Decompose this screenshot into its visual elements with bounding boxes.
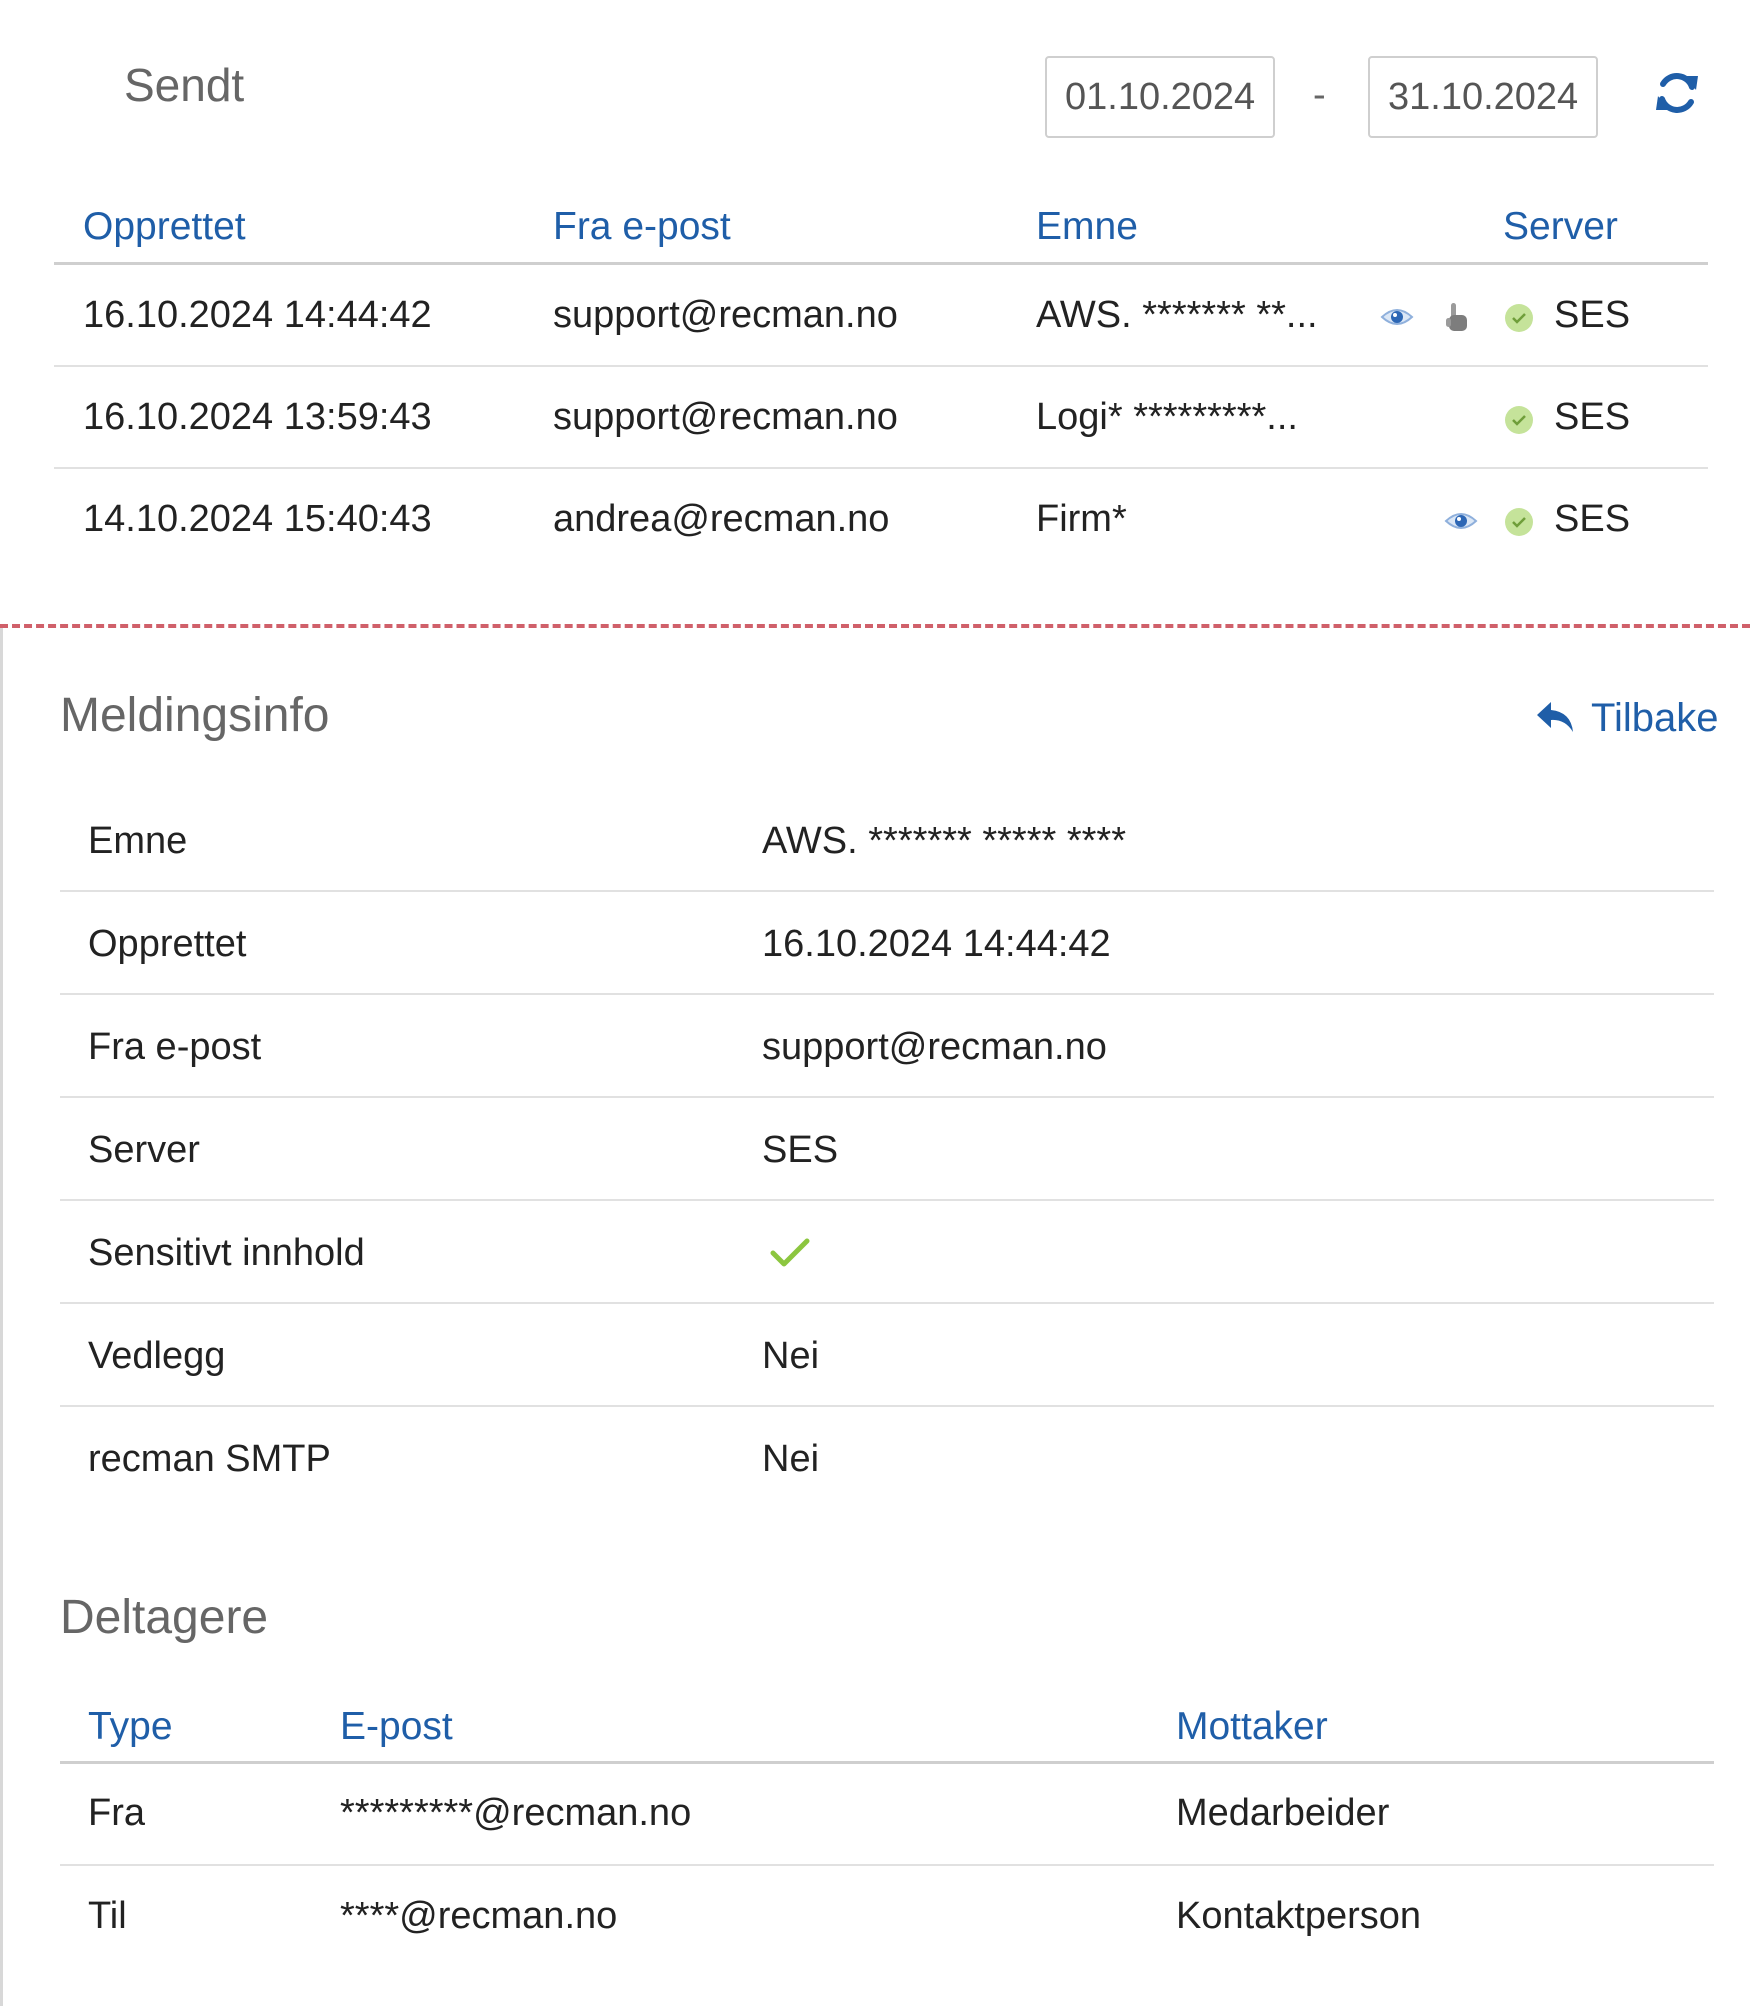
- status-ok-icon: [1505, 406, 1533, 434]
- status-ok-icon: [1505, 508, 1533, 536]
- row-divider: [60, 1302, 1714, 1304]
- refresh-icon[interactable]: [1652, 68, 1702, 118]
- row-from: support@recman.no: [553, 396, 898, 438]
- row-from: andrea@recman.no: [553, 498, 890, 540]
- detail-label-subject: Emne: [88, 820, 188, 862]
- row-from: support@recman.no: [553, 294, 898, 336]
- participant-type: Til: [88, 1895, 127, 1937]
- participant-email: *********@recman.no: [340, 1792, 692, 1834]
- detail-label-attachment: Vedlegg: [88, 1335, 226, 1377]
- panel-divider: [0, 624, 1750, 628]
- col-header-from[interactable]: Fra e-post: [553, 205, 731, 249]
- col-header-type: Type: [88, 1705, 173, 1748]
- table-row[interactable]: 14.10.2024 15:40:43 andrea@recman.no Fir…: [54, 469, 1708, 569]
- participant-type: Fra: [88, 1792, 145, 1834]
- row-created: 16.10.2024 14:44:42: [83, 294, 432, 336]
- row-divider: [60, 1405, 1714, 1407]
- row-server: SES: [1554, 396, 1631, 438]
- row-subject: Firm*: [1036, 498, 1127, 540]
- detail-label-created: Opprettet: [88, 923, 247, 965]
- col-header-recipient: Mottaker: [1176, 1705, 1328, 1748]
- detail-label-smtp: recman SMTP: [88, 1438, 331, 1480]
- row-subject: AWS. ******* **...: [1036, 294, 1318, 336]
- row-server: SES: [1554, 294, 1631, 336]
- row-created: 14.10.2024 15:40:43: [83, 498, 432, 540]
- detail-label-server: Server: [88, 1129, 200, 1171]
- panel-edge: [0, 628, 3, 2006]
- back-label: Tilbake: [1591, 695, 1719, 740]
- table-header-divider: [60, 1761, 1714, 1764]
- row-divider: [60, 1864, 1714, 1866]
- table-row[interactable]: 16.10.2024 13:59:43 support@recman.no Lo…: [54, 367, 1708, 467]
- row-created: 16.10.2024 13:59:43: [83, 396, 432, 438]
- details-title: Meldingsinfo: [60, 689, 330, 742]
- row-subject: Logi* *********...: [1036, 396, 1298, 438]
- col-header-email: E-post: [340, 1705, 453, 1748]
- date-from-input[interactable]: [1045, 56, 1275, 138]
- row-divider: [60, 1096, 1714, 1098]
- back-button[interactable]: Tilbake: [1535, 690, 1718, 746]
- participant-email: ****@recman.no: [340, 1895, 618, 1937]
- col-header-created[interactable]: Opprettet: [83, 205, 246, 249]
- participant-recipient: Medarbeider: [1176, 1792, 1390, 1834]
- detail-value-attachment: Nei: [762, 1335, 820, 1377]
- col-header-server[interactable]: Server: [1503, 205, 1618, 249]
- col-header-subject[interactable]: Emne: [1036, 205, 1138, 249]
- detail-label-sensitive: Sensitivt innhold: [88, 1232, 365, 1274]
- eye-icon[interactable]: [1444, 509, 1478, 533]
- row-server: SES: [1554, 498, 1631, 540]
- status-ok-icon: [1505, 304, 1533, 332]
- row-divider: [60, 1199, 1714, 1201]
- row-divider: [60, 993, 1714, 995]
- detail-value-created: 16.10.2024 14:44:42: [762, 923, 1111, 965]
- eye-icon[interactable]: [1380, 305, 1414, 329]
- participant-recipient: Kontaktperson: [1176, 1895, 1422, 1937]
- pointer-hand-icon[interactable]: [1443, 301, 1471, 335]
- detail-label-from: Fra e-post: [88, 1026, 262, 1068]
- detail-value-subject: AWS. ******* ***** ****: [762, 820, 1126, 862]
- row-divider: [60, 890, 1714, 892]
- reply-arrow-icon: [1537, 702, 1573, 732]
- detail-value-smtp: Nei: [762, 1438, 820, 1480]
- detail-value-server: SES: [762, 1129, 839, 1171]
- table-row[interactable]: 16.10.2024 14:44:42 support@recman.no AW…: [54, 265, 1708, 365]
- participants-title: Deltagere: [60, 1591, 269, 1644]
- date-separator: -: [1313, 74, 1326, 116]
- page-title: Sendt: [124, 59, 245, 111]
- detail-value-from: support@recman.no: [762, 1026, 1107, 1068]
- date-to-input[interactable]: [1368, 56, 1598, 138]
- check-icon: [770, 1238, 810, 1267]
